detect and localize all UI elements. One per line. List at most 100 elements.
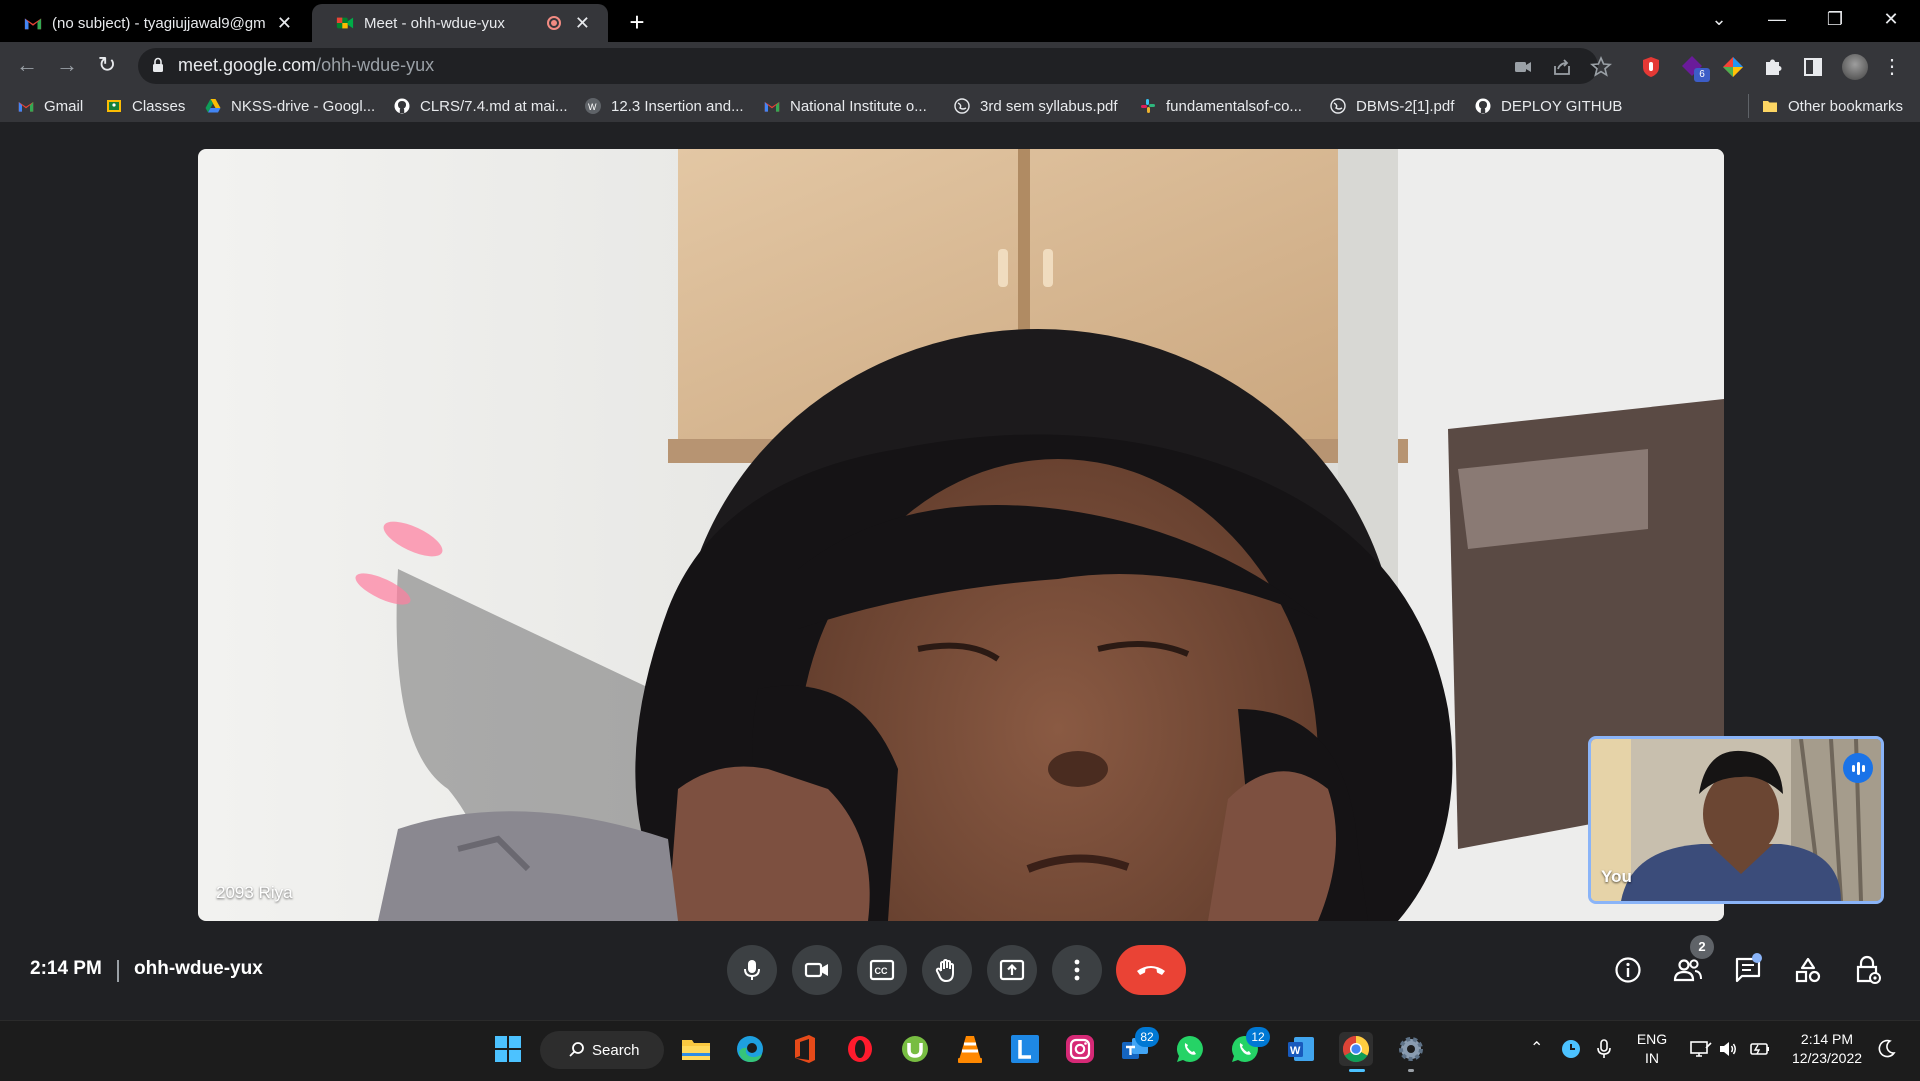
taskbar-time: 2:14 PM: [1800, 1031, 1854, 1047]
meeting-details-button[interactable]: [1612, 954, 1644, 986]
color-extension-icon[interactable]: [1720, 54, 1746, 80]
extension-with-badge[interactable]: 6: [1680, 54, 1714, 82]
bookmark-nkss-drive[interactable]: NKSS-drive - Googl...: [205, 94, 375, 118]
volume-icon[interactable]: [1718, 1039, 1738, 1059]
meeting-code[interactable]: ohh-wdue-yux: [134, 958, 263, 980]
github-icon: [394, 98, 410, 114]
camera-button[interactable]: [792, 945, 842, 995]
show-hidden-icons-chevron-icon[interactable]: ⌃: [1530, 1038, 1543, 1058]
bookmark-syllabus[interactable]: 3rd sem syllabus.pdf: [954, 94, 1118, 118]
activities-icon: [1795, 957, 1821, 983]
chrome-active-indicator: [1349, 1069, 1365, 1072]
present-screen-button[interactable]: [987, 945, 1037, 995]
more-options-button[interactable]: [1052, 945, 1102, 995]
captions-button[interactable]: CC: [857, 945, 907, 995]
minimize-icon[interactable]: —: [1748, 0, 1806, 38]
restore-icon[interactable]: ❐: [1806, 0, 1864, 38]
tab-search-icon[interactable]: ⌄: [1690, 0, 1748, 38]
opera-app[interactable]: [843, 1032, 877, 1066]
leave-call-button[interactable]: [1116, 945, 1186, 995]
office-app[interactable]: [788, 1032, 822, 1066]
info-icon: [1615, 957, 1641, 983]
close-tab-icon[interactable]: ✕: [575, 13, 590, 34]
settings-app[interactable]: [1394, 1032, 1428, 1066]
close-window-icon[interactable]: ✕: [1862, 0, 1920, 38]
participant-name: 2093 Riya: [216, 883, 293, 902]
taskbar-search[interactable]: Search: [540, 1031, 664, 1069]
input-language[interactable]: ENG IN: [1630, 1030, 1674, 1068]
drive-icon: [205, 99, 221, 113]
file-explorer-app[interactable]: [679, 1032, 713, 1066]
l-app-icon: [1011, 1035, 1039, 1063]
camera-in-use-icon[interactable]: [1510, 54, 1536, 80]
share-icon[interactable]: [1549, 54, 1575, 80]
clock-app-tray-icon[interactable]: [1561, 1039, 1581, 1059]
microphone-button[interactable]: [727, 945, 777, 995]
main-participant-tile[interactable]: 2093 Riya: [198, 149, 1724, 921]
office-icon: [795, 1035, 815, 1063]
chrome-menu-icon[interactable]: ⋮: [1880, 52, 1904, 82]
url-text[interactable]: meet.google.com/ohh-wdue-yux: [178, 55, 434, 76]
tab-title: (no subject) - tyagiujjawal9@gm: [52, 14, 266, 32]
network-icon[interactable]: [1690, 1040, 1712, 1058]
tab-meet[interactable]: Meet - ohh-wdue-yux ✕: [312, 4, 608, 42]
bookmark-classes[interactable]: Classes: [106, 94, 185, 118]
whatsapp-icon: [1176, 1035, 1203, 1062]
bookmark-fundamentals[interactable]: fundamentalsof-co...: [1140, 94, 1302, 118]
reload-icon[interactable]: ↻: [92, 50, 122, 80]
settings-running-indicator: [1408, 1069, 1414, 1072]
chrome-app[interactable]: [1339, 1032, 1373, 1066]
forward-icon[interactable]: →: [52, 50, 82, 80]
vlc-icon: [958, 1036, 982, 1063]
bookmark-insertion[interactable]: W 12.3 Insertion and...: [585, 94, 744, 118]
participants-count-badge: 2: [1690, 935, 1714, 959]
edge-app[interactable]: [733, 1032, 767, 1066]
bookmark-label: DBMS-2[1].pdf: [1356, 97, 1455, 115]
host-controls-button[interactable]: [1852, 954, 1884, 986]
new-tab-button[interactable]: +: [622, 4, 652, 40]
bookmark-deploy-github[interactable]: DEPLOY GITHUB: [1475, 94, 1622, 118]
svg-text:CC: CC: [875, 966, 888, 976]
bookmark-star-icon[interactable]: [1588, 54, 1614, 80]
lichess-app[interactable]: [1008, 1032, 1042, 1066]
whatsapp-app[interactable]: [1173, 1032, 1207, 1066]
activities-button[interactable]: [1792, 954, 1824, 986]
microphone-tray-icon[interactable]: [1596, 1038, 1612, 1060]
edge-icon: [737, 1036, 763, 1062]
bookmarks-divider: [1748, 94, 1749, 118]
participant-video: [198, 149, 1724, 921]
lock-icon: [153, 57, 163, 72]
raise-hand-button[interactable]: [922, 945, 972, 995]
teams-notification-badge: 82: [1135, 1027, 1159, 1047]
adblock-extension-icon[interactable]: [1638, 54, 1664, 80]
tab-gmail[interactable]: (no subject) - tyagiujjawal9@gm ✕: [0, 4, 310, 42]
other-bookmarks[interactable]: Other bookmarks: [1762, 94, 1903, 118]
taskbar-clock[interactable]: 2:14 PM 12/23/2022: [1784, 1030, 1870, 1068]
back-icon[interactable]: ←: [12, 50, 42, 80]
profile-avatar[interactable]: [1842, 54, 1868, 80]
vlc-app[interactable]: [953, 1032, 987, 1066]
tab-title: Meet - ohh-wdue-yux: [364, 14, 505, 32]
word-app[interactable]: W: [1284, 1032, 1318, 1066]
present-screen-icon: [999, 959, 1025, 981]
close-tab-icon[interactable]: ✕: [277, 13, 292, 34]
side-panel-icon[interactable]: [1800, 54, 1826, 80]
bookmark-clrs[interactable]: CLRS/7.4.md at mai...: [394, 94, 568, 118]
taskbar-date: 12/23/2022: [1791, 1050, 1863, 1066]
time-separator: [117, 960, 119, 982]
bookmark-gmail[interactable]: Gmail: [18, 94, 83, 118]
chat-notification-dot: [1752, 953, 1762, 963]
focus-moon-icon[interactable]: [1878, 1039, 1896, 1059]
start-button[interactable]: [491, 1032, 525, 1066]
bookmark-dbms[interactable]: DBMS-2[1].pdf: [1330, 94, 1454, 118]
extensions-puzzle-icon[interactable]: [1760, 54, 1786, 80]
svg-text:W: W: [588, 102, 597, 112]
bookmark-national-institute[interactable]: National Institute o...: [764, 94, 927, 118]
battery-icon[interactable]: [1748, 1040, 1770, 1058]
instagram-app[interactable]: [1063, 1032, 1097, 1066]
classroom-icon: [107, 100, 121, 112]
bookmark-label: National Institute o...: [790, 97, 927, 115]
self-view-tile[interactable]: You: [1588, 736, 1884, 904]
walkccc-icon: W: [585, 98, 601, 114]
utorrent-app[interactable]: [898, 1032, 932, 1066]
